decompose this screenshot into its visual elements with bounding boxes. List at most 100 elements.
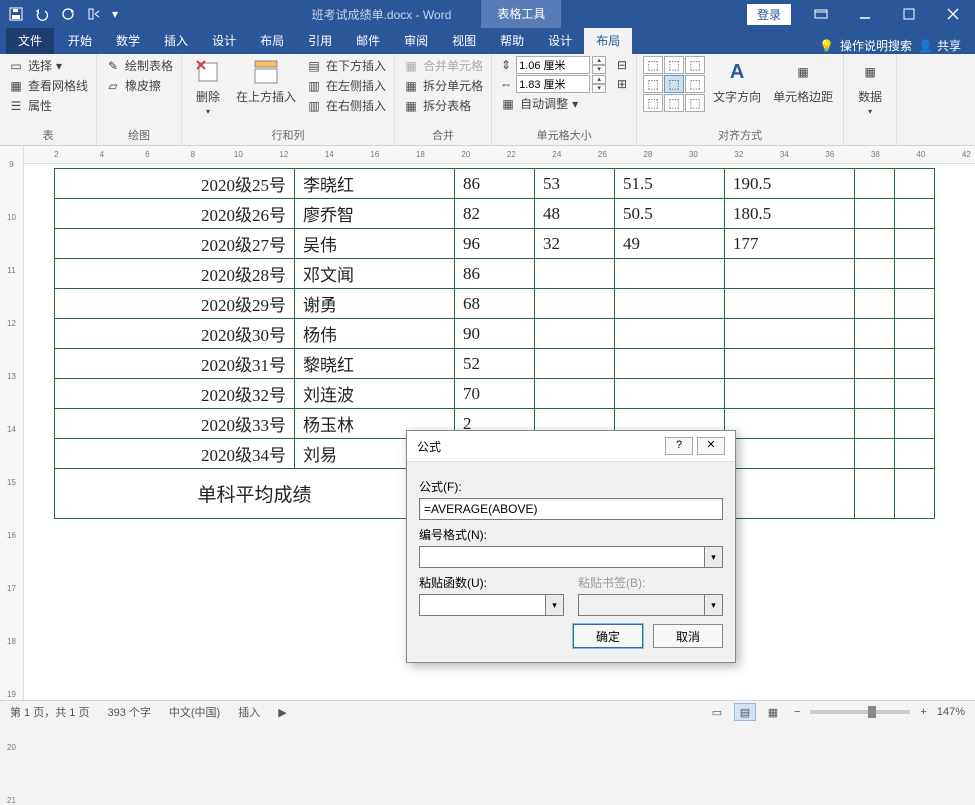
qat-dropdown-icon[interactable]: ▾ — [108, 2, 122, 26]
tab-layout[interactable]: 布局 — [248, 28, 296, 54]
table-cell[interactable]: 2020级33号 — [55, 409, 295, 439]
table-row[interactable]: 2020级31号黎晓红52 — [55, 349, 935, 379]
autofit-button[interactable]: ▦自动调整 ▾ — [498, 94, 630, 113]
table-cell[interactable]: 2020级34号 — [55, 439, 295, 469]
touch-mode-icon[interactable] — [82, 2, 106, 26]
formula-input[interactable] — [419, 498, 723, 520]
height-down-icon[interactable]: ▾ — [592, 65, 606, 74]
save-icon[interactable] — [4, 2, 28, 26]
maximize-icon[interactable] — [887, 0, 931, 28]
tab-design[interactable]: 设计 — [200, 28, 248, 54]
tab-table-layout[interactable]: 布局 — [584, 28, 632, 54]
table-row[interactable]: 2020级29号谢勇68 — [55, 289, 935, 319]
tab-file[interactable]: 文件 — [6, 28, 54, 54]
table-cell[interactable]: 190.5 — [725, 169, 855, 199]
table-cell[interactable]: 32 — [535, 229, 615, 259]
table-cell[interactable]: 吴伟 — [295, 229, 455, 259]
table-cell[interactable]: 2020级26号 — [55, 199, 295, 229]
zoom-out-icon[interactable]: − — [790, 706, 804, 718]
table-cell[interactable] — [895, 289, 935, 319]
table-cell[interactable]: 2020级29号 — [55, 289, 295, 319]
width-up-icon[interactable]: ▴ — [592, 75, 606, 84]
table-cell[interactable] — [895, 379, 935, 409]
table-cell[interactable] — [855, 439, 895, 469]
redo-icon[interactable] — [56, 2, 80, 26]
zoom-in-icon[interactable]: + — [916, 706, 930, 718]
table-cell[interactable] — [725, 289, 855, 319]
table-cell[interactable] — [895, 169, 935, 199]
merge-cells-button[interactable]: ▦合并单元格 — [401, 56, 485, 75]
width-down-icon[interactable]: ▾ — [592, 84, 606, 93]
table-cell[interactable] — [895, 469, 935, 519]
table-cell[interactable]: 180.5 — [725, 199, 855, 229]
table-cell[interactable]: 黎晓红 — [295, 349, 455, 379]
tab-insert[interactable]: 插入 — [152, 28, 200, 54]
table-cell[interactable]: 李晓红 — [295, 169, 455, 199]
tab-math[interactable]: 数学 — [104, 28, 152, 54]
table-cell[interactable] — [725, 439, 855, 469]
eraser-button[interactable]: ▱橡皮擦 — [103, 76, 175, 95]
align-mr[interactable]: ⬚ — [685, 75, 705, 93]
insert-mode[interactable]: 插入 — [238, 704, 260, 720]
data-button[interactable]: ▦数据▾ — [850, 56, 890, 118]
align-bl[interactable]: ⬚ — [643, 94, 663, 112]
tab-mailings[interactable]: 邮件 — [344, 28, 392, 54]
close-icon[interactable] — [931, 0, 975, 28]
table-cell[interactable]: 70 — [455, 379, 535, 409]
zoom-level[interactable]: 147% — [937, 706, 965, 718]
row-height-input[interactable] — [516, 56, 590, 74]
table-cell[interactable]: 廖乔智 — [295, 199, 455, 229]
table-cell[interactable] — [855, 229, 895, 259]
table-cell[interactable] — [535, 289, 615, 319]
select-button[interactable]: ▭选择 ▾ — [6, 56, 90, 75]
tab-references[interactable]: 引用 — [296, 28, 344, 54]
table-cell[interactable] — [855, 469, 895, 519]
align-ml[interactable]: ⬚ — [643, 75, 663, 93]
macro-icon[interactable]: ▶ — [278, 706, 286, 719]
table-row[interactable]: 2020级32号刘连波70 — [55, 379, 935, 409]
table-cell[interactable] — [855, 259, 895, 289]
align-bc[interactable]: ⬚ — [664, 94, 684, 112]
distribute-rows-icon[interactable]: ⊟ — [614, 57, 630, 73]
table-cell[interactable] — [615, 319, 725, 349]
align-br[interactable]: ⬚ — [685, 94, 705, 112]
table-cell[interactable]: 86 — [455, 169, 535, 199]
table-cell[interactable]: 68 — [455, 289, 535, 319]
distribute-cols-icon[interactable]: ⊞ — [614, 76, 630, 92]
table-cell[interactable] — [725, 379, 855, 409]
table-cell[interactable] — [725, 469, 855, 519]
table-cell[interactable] — [725, 259, 855, 289]
table-cell[interactable]: 谢勇 — [295, 289, 455, 319]
draw-table-button[interactable]: ✎绘制表格 — [103, 56, 175, 75]
table-cell[interactable] — [855, 289, 895, 319]
split-cells-button[interactable]: ▦拆分单元格 — [401, 76, 485, 95]
insert-right-button[interactable]: ▥在右侧插入 — [304, 96, 388, 115]
read-mode-icon[interactable]: ▭ — [706, 703, 728, 721]
table-cell[interactable]: 177 — [725, 229, 855, 259]
undo-icon[interactable] — [30, 2, 54, 26]
table-cell[interactable] — [895, 319, 935, 349]
chevron-down-icon[interactable]: ▾ — [704, 547, 722, 567]
table-cell[interactable]: 51.5 — [615, 169, 725, 199]
paste-bookmark-combo[interactable]: ▾ — [578, 594, 723, 616]
align-tl[interactable]: ⬚ — [643, 56, 663, 74]
login-button[interactable]: 登录 — [747, 4, 791, 25]
align-mc[interactable]: ⬚ — [664, 75, 684, 93]
dialog-help-icon[interactable]: ? — [665, 437, 693, 455]
insert-above-button[interactable]: 在上方插入 — [232, 56, 300, 107]
height-up-icon[interactable]: ▴ — [592, 56, 606, 65]
table-cell[interactable] — [725, 409, 855, 439]
dialog-titlebar[interactable]: 公式 ? ✕ — [407, 431, 735, 462]
number-format-combo[interactable]: ▾ — [419, 546, 723, 568]
insert-left-button[interactable]: ▥在左侧插入 — [304, 76, 388, 95]
table-cell[interactable]: 82 — [455, 199, 535, 229]
table-cell[interactable] — [895, 199, 935, 229]
table-cell[interactable] — [725, 319, 855, 349]
text-direction-button[interactable]: A文字方向 — [709, 56, 765, 107]
col-width-input[interactable] — [516, 75, 590, 93]
align-tr[interactable]: ⬚ — [685, 56, 705, 74]
table-cell[interactable] — [615, 289, 725, 319]
table-cell[interactable] — [535, 379, 615, 409]
average-label-cell[interactable]: 单科平均成绩 — [55, 469, 455, 519]
zoom-thumb[interactable] — [868, 706, 876, 718]
